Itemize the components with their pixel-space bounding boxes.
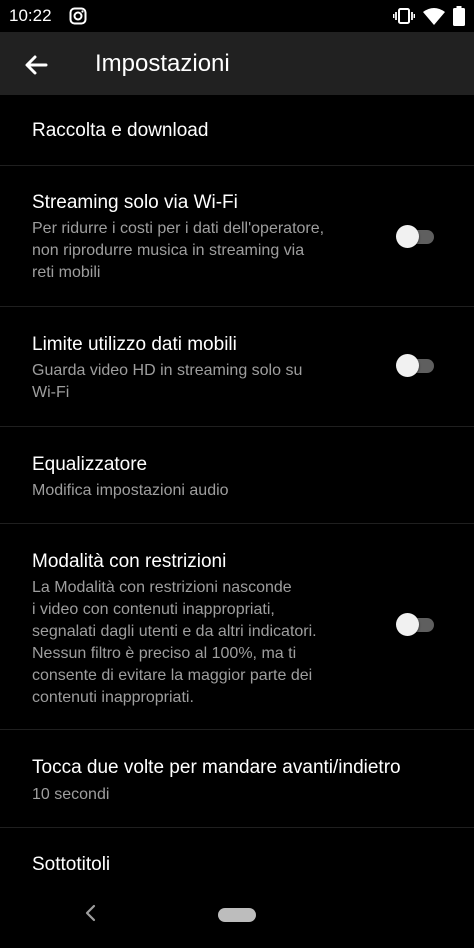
setting-description: Per ridurre i costi per i dati dell'oper… — [32, 220, 325, 281]
setting-description: La Modalità con restrizioni nasconde i v… — [32, 579, 317, 706]
setting-title: Tocca due volte per mandare avanti/indie… — [32, 757, 401, 778]
status-bar: 10:22 — [0, 0, 474, 32]
instagram-icon — [69, 7, 87, 25]
wifi-only-toggle[interactable] — [396, 224, 438, 248]
mobile-data-limit-toggle[interactable] — [396, 353, 438, 377]
wifi-icon — [423, 8, 445, 25]
setting-title: Streaming solo via Wi-Fi — [32, 192, 238, 213]
toggle-thumb — [396, 225, 419, 248]
app-bar: Impostazioni — [0, 32, 474, 95]
navigation-bar — [0, 880, 474, 948]
setting-double-tap-seek[interactable]: Tocca due volte per mandare avanti/indie… — [0, 730, 474, 828]
setting-title: Modalità con restrizioni — [32, 551, 227, 572]
setting-title: Equalizzatore — [32, 454, 148, 475]
settings-list: Raccolta e download Streaming solo via W… — [0, 95, 474, 884]
setting-description: Guarda video HD in streaming solo su Wi-… — [32, 362, 303, 401]
setting-captions[interactable]: Sottotitoli — [0, 828, 474, 884]
toggle-thumb — [396, 613, 419, 636]
setting-equalizer[interactable]: Equalizzatore Modifica impostazioni audi… — [0, 427, 474, 524]
page-title: Impostazioni — [95, 50, 230, 77]
vibrate-icon — [393, 8, 415, 24]
setting-library-downloads[interactable]: Raccolta e download — [0, 95, 474, 166]
setting-description: 10 secondi — [32, 786, 110, 803]
setting-description: Modifica impostazioni audio — [32, 482, 229, 499]
status-time: 10:22 — [9, 6, 52, 25]
setting-title: Sottotitoli — [32, 854, 111, 875]
toggle-thumb — [396, 354, 419, 377]
home-pill-button[interactable] — [218, 908, 256, 922]
back-arrow-icon[interactable] — [20, 49, 52, 81]
setting-title: Raccolta e download — [32, 120, 209, 141]
restricted-mode-toggle[interactable] — [396, 612, 438, 636]
setting-title: Limite utilizzo dati mobili — [32, 334, 237, 355]
battery-icon — [453, 6, 465, 26]
nav-back-icon[interactable] — [80, 902, 102, 924]
